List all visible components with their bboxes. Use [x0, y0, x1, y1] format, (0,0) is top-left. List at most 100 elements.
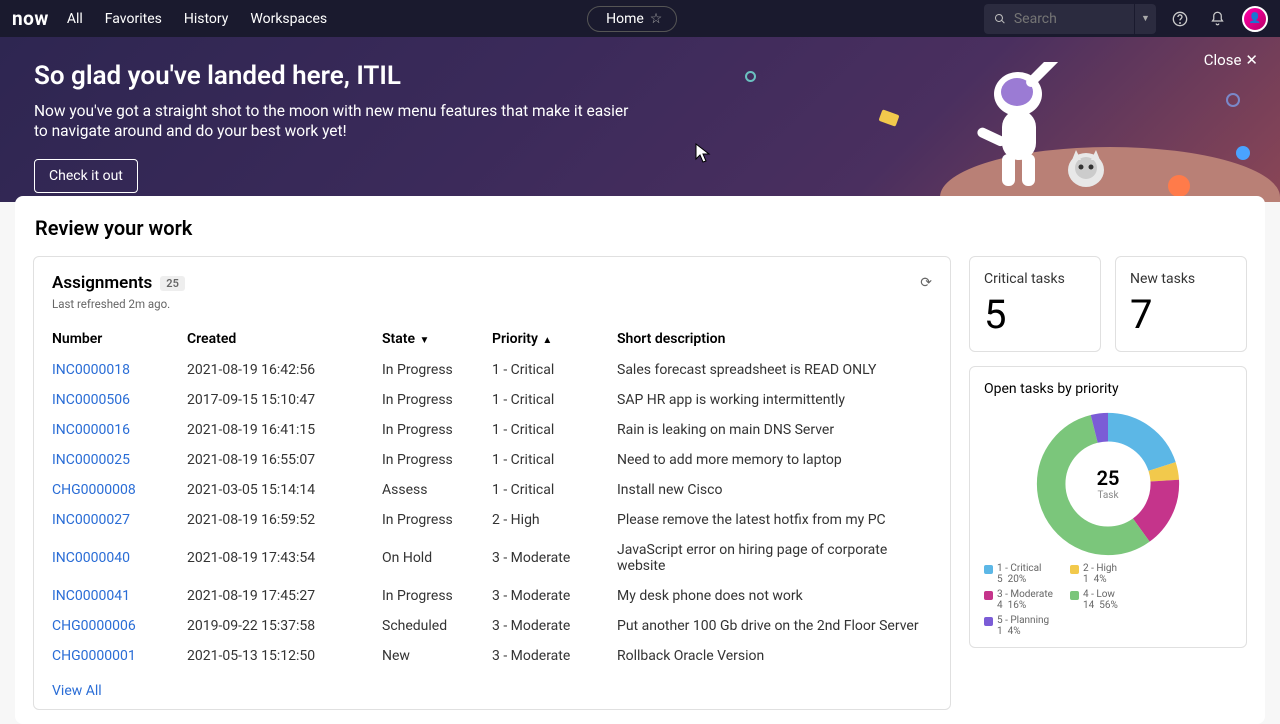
avatar[interactable]: 👤 [1242, 6, 1268, 32]
critical-value: 5 [984, 295, 1086, 335]
chart-title: Open tasks by priority [984, 381, 1232, 397]
cell-desc: JavaScript error on hiring page of corpo… [617, 535, 932, 581]
nav-workspaces[interactable]: Workspaces [250, 11, 327, 27]
moon-icon [878, 109, 899, 126]
cell-state: In Progress [382, 581, 492, 611]
help-icon[interactable] [1166, 5, 1194, 33]
cell-desc: SAP HR app is working intermittently [617, 385, 932, 415]
cell-number[interactable]: INC0000041 [52, 581, 187, 611]
table-row[interactable]: INC00005062017-09-15 15:10:47In Progress… [52, 385, 932, 415]
cell-priority: 1 - Critical [492, 415, 617, 445]
new-tasks-stat[interactable]: New tasks 7 [1115, 256, 1247, 352]
search-icon [994, 12, 1006, 26]
cell-desc: My desk phone does not work [617, 581, 932, 611]
legend-item[interactable]: 2 - High1 4% [1070, 563, 1148, 585]
table-row[interactable]: INC00000162021-08-19 16:41:15In Progress… [52, 415, 932, 445]
search-input[interactable] [1014, 11, 1124, 27]
table-row[interactable]: CHG00000012021-05-13 15:12:50New3 - Mode… [52, 641, 932, 671]
legend-item[interactable]: 1 - Critical5 20% [984, 563, 1062, 585]
cell-number[interactable]: INC0000016 [52, 415, 187, 445]
logo[interactable]: now [12, 7, 49, 30]
sort-icon: ▼ [417, 335, 429, 346]
legend-item[interactable]: 5 - Planning1 4% [984, 615, 1062, 637]
table-row[interactable]: INC00000252021-08-19 16:55:07In Progress… [52, 445, 932, 475]
close-icon: ✕ [1245, 51, 1258, 69]
check-it-out-button[interactable]: Check it out [34, 159, 138, 193]
critical-label: Critical tasks [984, 271, 1086, 287]
cell-priority: 1 - Critical [492, 385, 617, 415]
card-title: Review your work [15, 216, 1265, 256]
cell-desc: Sales forecast spreadsheet is READ ONLY [617, 355, 932, 385]
cell-number[interactable]: INC0000040 [52, 535, 187, 581]
assignments-count-badge: 25 [160, 276, 185, 291]
legend-swatch [984, 591, 993, 600]
priority-chart-card: Open tasks by priority 25 Task 1 - Criti… [969, 366, 1247, 648]
cell-state: In Progress [382, 355, 492, 385]
home-tab[interactable]: Home ☆ [587, 6, 677, 32]
cell-number[interactable]: CHG0000008 [52, 475, 187, 505]
refresh-icon[interactable]: ⟳ [920, 275, 932, 291]
legend-text: 5 - Planning1 4% [997, 615, 1049, 637]
cell-state: Scheduled [382, 611, 492, 641]
legend-swatch [984, 617, 993, 626]
col-desc[interactable]: Short description [617, 323, 932, 355]
table-row[interactable]: CHG00000082021-03-05 15:14:14Assess1 - C… [52, 475, 932, 505]
col-number[interactable]: Number [52, 323, 187, 355]
table-row[interactable]: INC00000182021-08-19 16:42:56In Progress… [52, 355, 932, 385]
legend-swatch [1070, 591, 1079, 600]
legend-text: 3 - Moderate4 16% [997, 589, 1053, 611]
cell-number[interactable]: INC0000027 [52, 505, 187, 535]
cell-state: In Progress [382, 445, 492, 475]
cell-state: In Progress [382, 505, 492, 535]
cell-created: 2021-08-19 16:55:07 [187, 445, 382, 475]
nav-links: All Favorites History Workspaces [67, 11, 327, 27]
legend-text: 4 - Low14 56% [1083, 589, 1118, 611]
table-row[interactable]: INC00000412021-08-19 17:45:27In Progress… [52, 581, 932, 611]
table-row[interactable]: INC00000402021-08-19 17:43:54On Hold3 - … [52, 535, 932, 581]
cell-priority: 1 - Critical [492, 355, 617, 385]
close-banner[interactable]: Close✕ [1204, 51, 1258, 69]
col-created[interactable]: Created [187, 323, 382, 355]
nav-history[interactable]: History [184, 11, 229, 27]
planet-icon [1168, 175, 1190, 197]
legend-swatch [1070, 565, 1079, 574]
critical-tasks-stat[interactable]: Critical tasks 5 [969, 256, 1101, 352]
col-state[interactable]: State ▼ [382, 323, 492, 355]
chart-legend: 1 - Critical5 20% 2 - High1 4% 3 - Moderat… [984, 563, 1232, 641]
planet2-icon [1236, 146, 1250, 160]
view-all-link[interactable]: View All [52, 683, 102, 699]
cell-priority: 3 - Moderate [492, 535, 617, 581]
cell-number[interactable]: CHG0000006 [52, 611, 187, 641]
nav-all[interactable]: All [67, 11, 83, 27]
sort-up-icon: ▲ [540, 335, 552, 346]
cell-created: 2021-05-13 15:12:50 [187, 641, 382, 671]
cell-priority: 3 - Moderate [492, 581, 617, 611]
donut-chart[interactable]: 25 Task [1033, 409, 1183, 559]
cell-created: 2019-09-22 15:37:58 [187, 611, 382, 641]
cell-priority: 3 - Moderate [492, 641, 617, 671]
cell-state: In Progress [382, 385, 492, 415]
legend-text: 1 - Critical5 20% [997, 563, 1041, 585]
col-priority[interactable]: Priority ▲ [492, 323, 617, 355]
review-card: Review your work Assignments 25 ⟳ Last r… [15, 196, 1265, 724]
cell-state: Assess [382, 475, 492, 505]
legend-item[interactable]: 3 - Moderate4 16% [984, 589, 1062, 611]
legend-item[interactable]: 4 - Low14 56% [1070, 589, 1148, 611]
search-box[interactable] [984, 4, 1134, 34]
banner-body: Now you've got a straight shot to the mo… [34, 101, 634, 141]
cell-number[interactable]: INC0000506 [52, 385, 187, 415]
cell-desc: Put another 100 Gb drive on the 2nd Floo… [617, 611, 932, 641]
cell-number[interactable]: CHG0000001 [52, 641, 187, 671]
cell-number[interactable]: INC0000018 [52, 355, 187, 385]
legend-text: 2 - High1 4% [1083, 563, 1117, 585]
table-row[interactable]: CHG00000062019-09-22 15:37:58Scheduled3 … [52, 611, 932, 641]
cell-number[interactable]: INC0000025 [52, 445, 187, 475]
cell-state: In Progress [382, 415, 492, 445]
table-row[interactable]: INC00000272021-08-19 16:59:52In Progress… [52, 505, 932, 535]
nav-favorites[interactable]: Favorites [105, 11, 162, 27]
star-icon[interactable]: ☆ [650, 11, 663, 27]
bell-icon[interactable] [1204, 5, 1232, 33]
planet3-icon [1226, 93, 1240, 107]
search-dropdown[interactable]: ▼ [1134, 4, 1156, 34]
cell-state: On Hold [382, 535, 492, 581]
